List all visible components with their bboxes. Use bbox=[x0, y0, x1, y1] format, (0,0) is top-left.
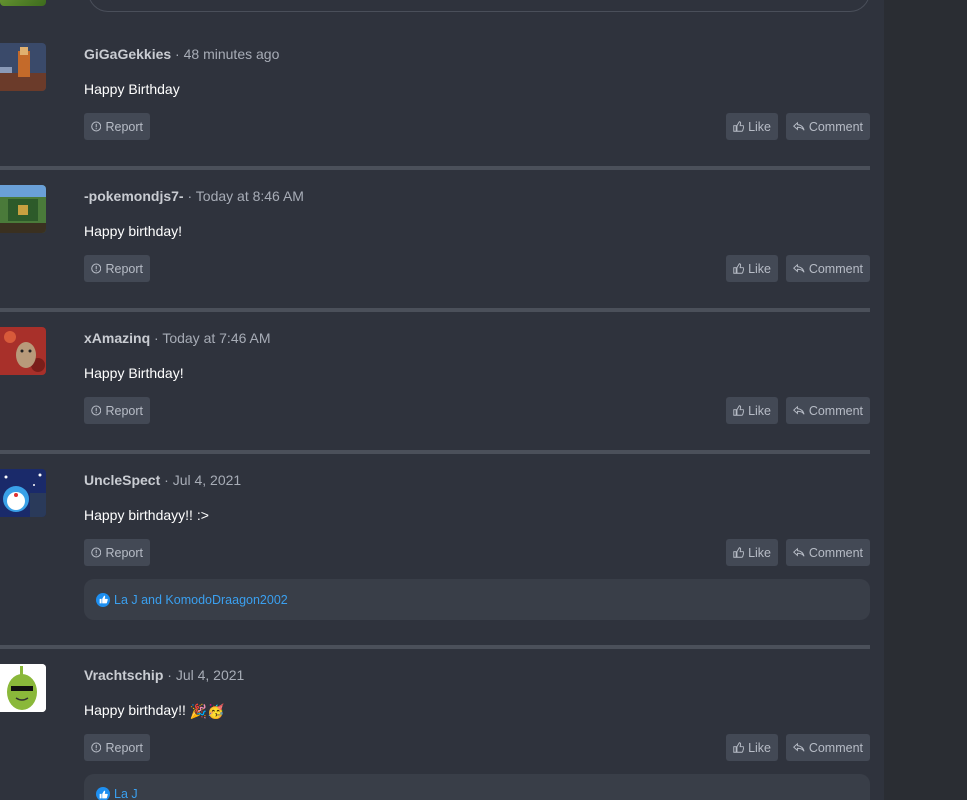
like-label: Like bbox=[748, 119, 771, 134]
comment-button[interactable]: Comment bbox=[786, 397, 870, 424]
post-message: Happy Birthday bbox=[84, 81, 180, 97]
post-meta: GiGaGekkies · 48 minutes ago bbox=[84, 46, 279, 62]
avatar[interactable] bbox=[0, 327, 46, 375]
right-gutter bbox=[884, 0, 967, 800]
post-divider bbox=[0, 308, 870, 312]
report-button[interactable]: Report bbox=[84, 734, 150, 761]
thumbs-up-icon bbox=[733, 121, 745, 132]
like-button[interactable]: Like bbox=[726, 539, 778, 566]
report-icon bbox=[91, 121, 102, 132]
report-button[interactable]: Report bbox=[84, 397, 150, 424]
post-message: Happy birthday! bbox=[84, 223, 183, 239]
thumbs-up-icon bbox=[733, 742, 745, 753]
like-reaction-icon bbox=[96, 592, 110, 607]
thumbs-up-icon bbox=[733, 547, 745, 558]
report-label: Report bbox=[105, 261, 143, 276]
meta-separator: · bbox=[150, 330, 163, 346]
report-icon bbox=[91, 742, 102, 753]
reactions-link[interactable]: La J bbox=[114, 787, 138, 800]
like-reaction-icon bbox=[96, 787, 110, 800]
post-time[interactable]: Jul 4, 2021 bbox=[176, 667, 245, 683]
post-divider bbox=[0, 645, 870, 649]
meta-separator: · bbox=[160, 472, 173, 488]
report-label: Report bbox=[105, 545, 143, 560]
thumbs-up-icon bbox=[733, 405, 745, 416]
like-button[interactable]: Like bbox=[726, 734, 778, 761]
like-label: Like bbox=[748, 403, 771, 418]
party-emoji: 🎉🥳 bbox=[189, 702, 225, 719]
like-button[interactable]: Like bbox=[726, 113, 778, 140]
post-meta: Vrachtschip · Jul 4, 2021 bbox=[84, 667, 244, 683]
profile-posts-page: GiGaGekkies · 48 minutes ago Happy Birth… bbox=[0, 0, 967, 800]
avatar[interactable] bbox=[0, 43, 46, 91]
comment-label: Comment bbox=[808, 545, 863, 560]
username-link[interactable]: xAmazinq bbox=[84, 330, 150, 346]
report-icon bbox=[91, 547, 102, 558]
meta-separator: · bbox=[171, 46, 184, 62]
username-link[interactable]: UncleSpect bbox=[84, 472, 160, 488]
posts-column: GiGaGekkies · 48 minutes ago Happy Birth… bbox=[0, 0, 884, 800]
post-time[interactable]: Today at 7:46 AM bbox=[162, 330, 270, 346]
reply-icon bbox=[793, 742, 805, 752]
report-label: Report bbox=[105, 403, 143, 418]
report-icon bbox=[91, 405, 102, 416]
meta-separator: · bbox=[163, 667, 176, 683]
report-label: Report bbox=[105, 119, 143, 134]
post-meta: xAmazinq · Today at 7:46 AM bbox=[84, 330, 271, 346]
username-link[interactable]: Vrachtschip bbox=[84, 667, 163, 683]
comment-box[interactable] bbox=[88, 0, 870, 12]
comment-label: Comment bbox=[808, 119, 863, 134]
like-label: Like bbox=[748, 261, 771, 276]
reactions-bar: La J and KomodoDraagon2002 bbox=[84, 579, 870, 620]
avatar[interactable] bbox=[0, 664, 46, 712]
meta-separator: · bbox=[183, 188, 196, 204]
reply-icon bbox=[793, 263, 805, 273]
avatar[interactable] bbox=[0, 0, 46, 6]
post-time[interactable]: Today at 8:46 AM bbox=[196, 188, 304, 204]
post-time[interactable]: Jul 4, 2021 bbox=[173, 472, 242, 488]
like-label: Like bbox=[748, 740, 771, 755]
thumbs-up-icon bbox=[733, 263, 745, 274]
post-meta: UncleSpect · Jul 4, 2021 bbox=[84, 472, 241, 488]
post-time[interactable]: 48 minutes ago bbox=[184, 46, 280, 62]
username-link[interactable]: GiGaGekkies bbox=[84, 46, 171, 62]
avatar[interactable] bbox=[0, 469, 46, 517]
post-meta: -pokemondjs7- · Today at 8:46 AM bbox=[84, 188, 304, 204]
comment-button[interactable]: Comment bbox=[786, 255, 870, 282]
like-label: Like bbox=[748, 545, 771, 560]
post-divider bbox=[0, 450, 870, 454]
comment-button[interactable]: Comment bbox=[786, 539, 870, 566]
report-button[interactable]: Report bbox=[84, 539, 150, 566]
comment-label: Comment bbox=[808, 740, 863, 755]
comment-button[interactable]: Comment bbox=[786, 113, 870, 140]
report-button[interactable]: Report bbox=[84, 113, 150, 140]
post-divider bbox=[0, 166, 870, 170]
comment-label: Comment bbox=[808, 403, 863, 418]
like-button[interactable]: Like bbox=[726, 255, 778, 282]
post-message: Happy Birthday! bbox=[84, 365, 184, 381]
post-message: Happy birthday!! 🎉🥳 bbox=[84, 702, 225, 720]
comment-label: Comment bbox=[808, 261, 863, 276]
report-icon bbox=[91, 263, 102, 274]
reply-icon bbox=[793, 121, 805, 131]
post-message: Happy birthdayy!! :> bbox=[84, 507, 209, 523]
reply-icon bbox=[793, 405, 805, 415]
post-message-text: Happy birthday!! bbox=[84, 702, 186, 718]
avatar[interactable] bbox=[0, 185, 46, 233]
reactions-bar: La J bbox=[84, 774, 870, 800]
reply-icon bbox=[793, 547, 805, 557]
report-button[interactable]: Report bbox=[84, 255, 150, 282]
comment-button[interactable]: Comment bbox=[786, 734, 870, 761]
report-label: Report bbox=[105, 740, 143, 755]
reactions-link[interactable]: La J and KomodoDraagon2002 bbox=[114, 593, 288, 607]
username-link[interactable]: -pokemondjs7- bbox=[84, 188, 184, 204]
like-button[interactable]: Like bbox=[726, 397, 778, 424]
